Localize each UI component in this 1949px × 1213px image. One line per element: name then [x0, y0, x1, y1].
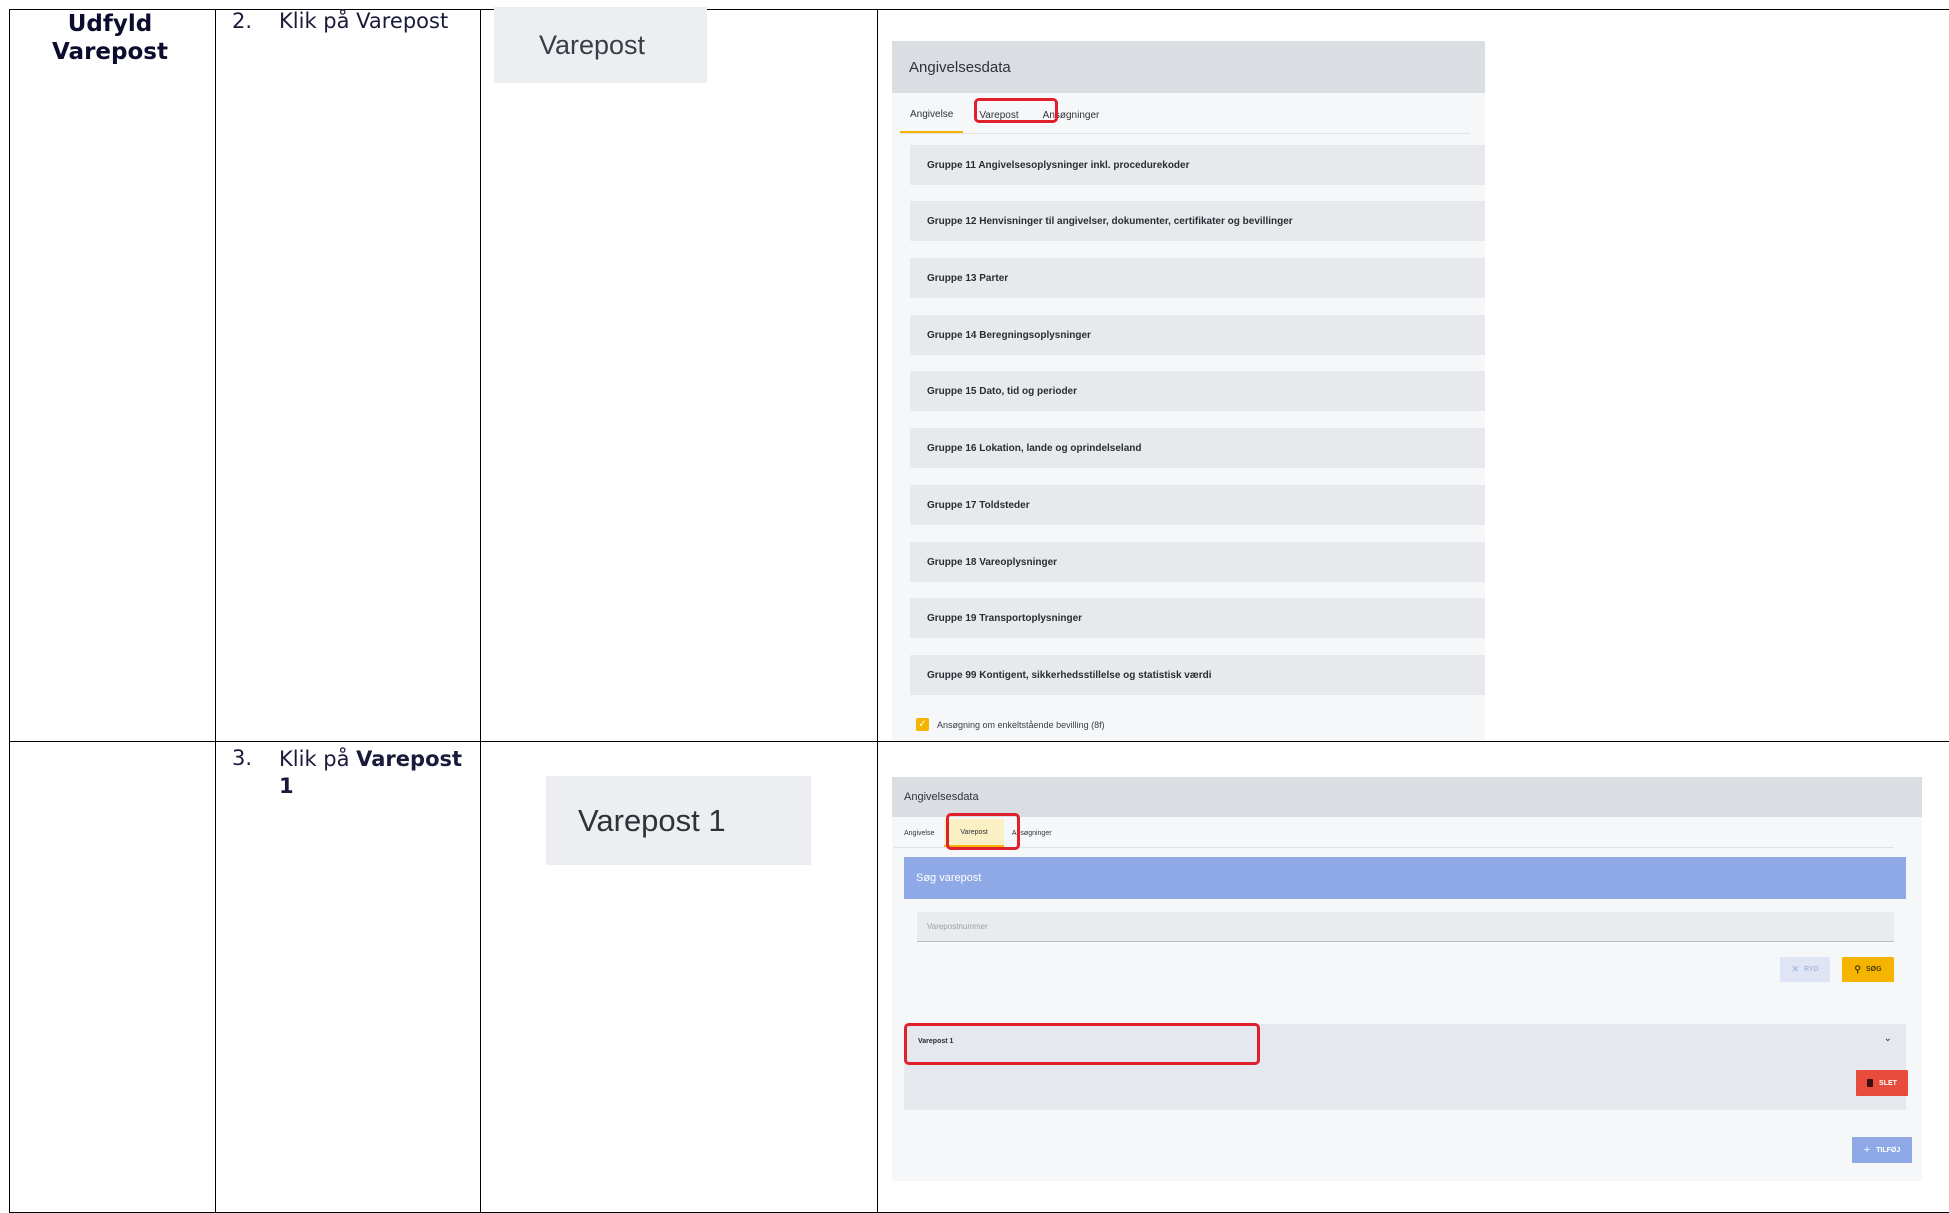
table-border-left: [9, 9, 10, 1213]
step-title: Udfyld Varepost: [52, 11, 168, 65]
tab-bar: Angivelse Varepost Ansøgninger: [894, 819, 1894, 848]
group-row[interactable]: Gruppe 17 Toldsteder: [910, 485, 1485, 525]
group-label: Gruppe 13 Parter: [927, 272, 1009, 284]
highlight-varepost-tab: [946, 813, 1020, 850]
table-border-mid: [9, 741, 1949, 742]
group-label: Gruppe 17 Toldsteder: [927, 499, 1030, 511]
plus-icon: +: [1863, 1144, 1871, 1156]
highlight-varepost-1: [904, 1023, 1260, 1065]
table-col-divider-1: [215, 9, 216, 1213]
group-row[interactable]: Gruppe 19 Transportoplysninger: [910, 598, 1485, 638]
instruction-prefix: Klik på: [279, 747, 357, 771]
group-row[interactable]: Gruppe 99 Kontigent, sikkerhedsstillelse…: [910, 655, 1485, 695]
group-row[interactable]: Gruppe 16 Lokation, lande og oprindelsel…: [910, 428, 1485, 468]
step-number: 3.: [232, 746, 253, 770]
crop-varepost-1: Varepost 1: [546, 776, 811, 865]
group-label: Gruppe 14 Beregningsoplysninger: [927, 329, 1091, 341]
delete-button[interactable]: SLET: [1856, 1070, 1908, 1096]
clear-button[interactable]: ✕ RYD: [1780, 957, 1830, 982]
panel-title: Angivelsesdata: [909, 58, 1011, 76]
table-col-divider-2: [480, 9, 481, 1213]
group-row[interactable]: Gruppe 13 Parter: [910, 258, 1485, 298]
chevron-down-icon[interactable]: ⌄: [1884, 1033, 1892, 1044]
checkbox-checked-icon[interactable]: ✓: [916, 718, 929, 731]
group-label: Gruppe 16 Lokation, lande og oprindelsel…: [927, 442, 1142, 454]
step-number: 2.: [232, 9, 253, 33]
step-instruction: Klik på Varepost 1: [279, 746, 469, 800]
screenshot-angivelsesdata: Angivelsesdata Angivelse Varepost Ansøgn…: [892, 41, 1485, 741]
tab-label: Angivelse: [904, 829, 935, 837]
close-icon: ✕: [1791, 964, 1799, 974]
search-icon: ⚲: [1854, 964, 1862, 974]
search-title: Søg varepost: [916, 872, 982, 884]
group-row[interactable]: Gruppe 12 Henvisninger til angivelser, d…: [910, 201, 1485, 241]
group-label: Gruppe 99 Kontigent, sikkerhedsstillelse…: [927, 669, 1212, 681]
checkbox-label: Ansøgning om enkeltstående bevilling (8f…: [937, 719, 1105, 730]
highlight-varepost-tab: [974, 98, 1058, 123]
table-col-divider-3: [877, 9, 878, 1213]
group-row[interactable]: Gruppe 14 Beregningsoplysninger: [910, 315, 1485, 355]
group-label: Gruppe 11 Angivelsesoplysninger inkl. pr…: [927, 159, 1190, 171]
search-panel-header: Søg varepost: [904, 857, 1906, 899]
group-row[interactable]: Gruppe 11 Angivelsesoplysninger inkl. pr…: [910, 145, 1485, 185]
panel-header: Angivelsesdata: [892, 777, 1922, 817]
add-button[interactable]: + TILFØJ: [1852, 1137, 1912, 1163]
panel-title: Angivelsesdata: [904, 791, 979, 803]
group-row[interactable]: Gruppe 15 Dato, tid og perioder: [910, 371, 1485, 411]
varepostnummer-input[interactable]: Varepostnummer: [917, 912, 1894, 942]
screenshot-varepost-search: Angivelsesdata Angivelse Varepost Ansøgn…: [892, 777, 1922, 1181]
button-label: SØG: [1866, 966, 1882, 973]
group-label: Gruppe 12 Henvisninger til angivelser, d…: [927, 215, 1293, 227]
tab-label: Angivelse: [910, 109, 954, 120]
crop-label: Varepost 1: [578, 802, 726, 838]
crop-label: Varepost: [539, 29, 646, 60]
panel-header: Angivelsesdata: [892, 41, 1485, 93]
button-label: RYD: [1804, 966, 1819, 973]
tab-angivelse[interactable]: Angivelse: [900, 97, 964, 133]
group-label: Gruppe 15 Dato, tid og perioder: [927, 385, 1078, 397]
input-placeholder: Varepostnummer: [927, 922, 988, 931]
group-label: Gruppe 18 Vareoplysninger: [927, 556, 1058, 568]
step-instruction: Klik på Varepost: [279, 9, 449, 33]
group-label: Gruppe 19 Transportoplysninger: [927, 612, 1083, 624]
button-label: SLET: [1879, 1079, 1897, 1087]
crop-varepost-tab: Varepost: [494, 7, 707, 83]
button-label: TILFØJ: [1876, 1146, 1901, 1154]
checkbox-row[interactable]: ✓ Ansøgning om enkeltstående bevilling (…: [916, 718, 1105, 731]
search-button[interactable]: ⚲ SØG: [1842, 957, 1894, 982]
trash-icon: [1867, 1079, 1874, 1087]
tab-angivelse[interactable]: Angivelse: [894, 830, 944, 837]
group-row[interactable]: Gruppe 18 Vareoplysninger: [910, 542, 1485, 582]
